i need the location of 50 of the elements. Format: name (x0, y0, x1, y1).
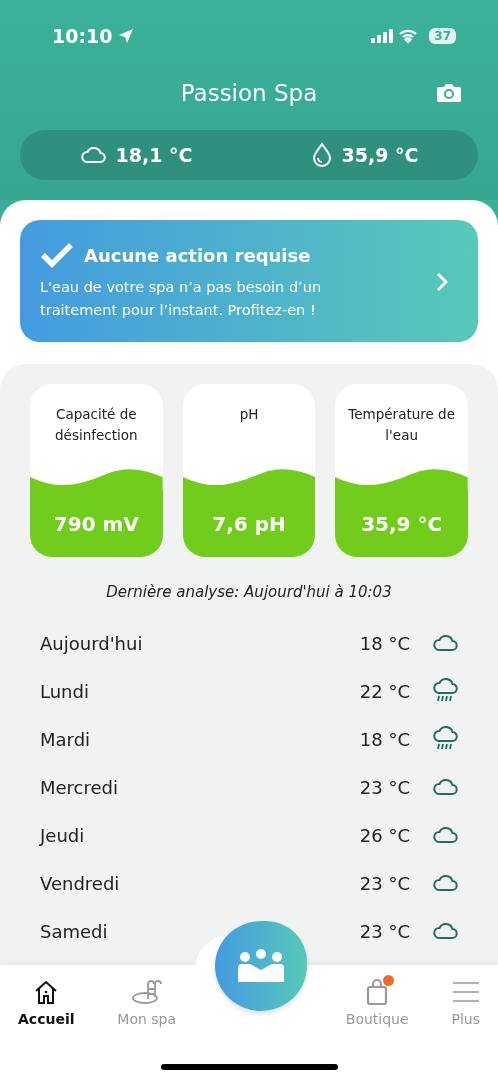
water-drop-icon (311, 142, 332, 168)
location-arrow-icon (118, 28, 135, 44)
forecast-day: Lundi (40, 680, 360, 702)
cloud-icon (432, 826, 458, 844)
forecast-day: Mercredi (40, 776, 360, 798)
signal-icon (371, 29, 394, 43)
cloud-icon (79, 146, 106, 164)
gauge-card[interactable]: pH 7,6 pH (182, 384, 316, 557)
gauge-label: pH (238, 405, 260, 424)
cloud-icon (432, 922, 458, 940)
check-icon (40, 242, 74, 268)
forecast-temp: 23 °C (359, 920, 410, 942)
forecast-day: Vendredi (40, 872, 360, 894)
forecast-temp: 18 °C (359, 728, 410, 750)
rain-cloud-icon (432, 726, 458, 752)
status-time: 10:10 (52, 25, 113, 47)
wifi-icon (399, 29, 418, 43)
forecast-temp: 18 °C (359, 632, 410, 654)
menu-icon (451, 981, 480, 1003)
alert-title: Aucune action requise (84, 244, 311, 266)
gauge-value: 35,9 °C (361, 511, 443, 536)
forecast-day: Aujourd'hui (40, 632, 360, 654)
forecast-day: Mardi (40, 728, 360, 750)
gauge-value: 7,6 pH (212, 511, 286, 536)
forecast-day: Samedi (40, 920, 360, 942)
tab[interactable]: Accueil (14, 965, 79, 1027)
page-title: Passion Spa (180, 80, 318, 106)
reading-value: 18,1 °C (115, 144, 193, 166)
gauge-card[interactable]: Capacité de désinfection 790 mV (30, 384, 163, 557)
forecast-temp: 23 °C (359, 872, 410, 894)
cloud-icon (432, 778, 458, 796)
group-icon (235, 948, 286, 984)
alert-message: L'eau de votre spa n’a pas besoin d’un traitement pour l’instant. Profitez-en ! (40, 278, 323, 320)
gauge-value: 790 mV (53, 511, 139, 536)
gauge-card[interactable]: Température de l'eau 35,9 °C (335, 384, 468, 557)
last-analysis: Dernière analyse: Aujourd'hui à 10:03 (105, 583, 393, 601)
chevron-right-icon (436, 272, 448, 292)
forecast-day: Jeudi (40, 824, 360, 846)
forecast-temp: 22 °C (359, 680, 410, 702)
camera-icon[interactable] (436, 82, 462, 104)
forecast-temp: 23 °C (359, 776, 410, 798)
cloud-icon (432, 634, 458, 652)
cloud-icon (432, 874, 458, 892)
forecast-temp: 26 °C (359, 824, 410, 846)
gauge-label: Température de l'eau (347, 405, 456, 445)
battery-indicator: 37 (429, 28, 456, 44)
rain-cloud-icon (432, 678, 458, 704)
gauge-label: Capacité de désinfection (54, 405, 139, 445)
pool-icon (130, 979, 163, 1005)
reading-value: 35,9 °C (341, 144, 419, 166)
